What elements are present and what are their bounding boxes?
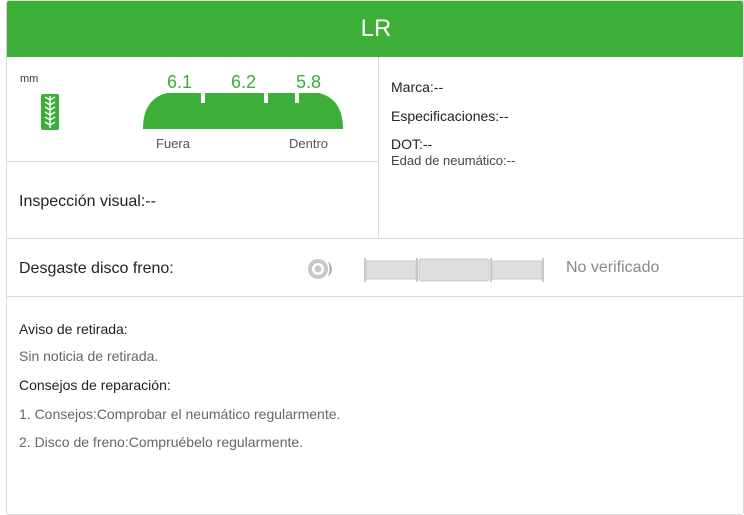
recall-title: Aviso de retirada: xyxy=(19,321,128,337)
tread-unit-label: mm xyxy=(20,73,39,85)
repair-item: 2. Disco de freno:Compruébelo regularmen… xyxy=(19,434,304,450)
brake-disc-icon xyxy=(308,259,332,279)
tire-position-header: LR xyxy=(7,1,743,57)
recall-text: Sin noticia de retirada. xyxy=(19,348,159,364)
tread-profile-graphic xyxy=(143,93,343,129)
tire-position-title: LR xyxy=(360,15,392,42)
brake-status-text: No verificado xyxy=(566,259,660,276)
tire-tread-icon xyxy=(41,94,59,130)
brake-disc-label: Desgaste disco freno: xyxy=(19,260,174,277)
repair-title: Consejos de reparación: xyxy=(19,377,171,393)
tire-info-column: Marca:-- Especificaciones:-- DOT:-- Edad… xyxy=(391,57,741,239)
brake-disc-row: Desgaste disco freno: No verificado xyxy=(7,239,743,297)
tire-dot: DOT:-- xyxy=(391,136,433,152)
tire-report-card: LR mm 6.1 6.2 5.8 Fuera Dentro Inspecció… xyxy=(6,0,744,515)
tire-brand: Marca:-- xyxy=(391,79,444,95)
outer-side-label: Fuera xyxy=(156,136,190,151)
repair-item: 1. Consejos:Comprobar el neumático regul… xyxy=(19,406,341,422)
visual-inspection-label: Inspección visual:-- xyxy=(19,193,156,210)
brake-wear-bar xyxy=(364,258,544,282)
tire-age: Edad de neumático:-- xyxy=(391,153,516,168)
tire-summary-section: mm 6.1 6.2 5.8 Fuera Dentro Inspección v… xyxy=(7,57,743,239)
tread-depth-panel: mm 6.1 6.2 5.8 Fuera Dentro xyxy=(7,57,379,162)
tire-specs: Especificaciones:-- xyxy=(391,108,509,124)
inner-side-label: Dentro xyxy=(289,136,329,151)
tread-column: mm 6.1 6.2 5.8 Fuera Dentro Inspección v… xyxy=(7,57,379,239)
